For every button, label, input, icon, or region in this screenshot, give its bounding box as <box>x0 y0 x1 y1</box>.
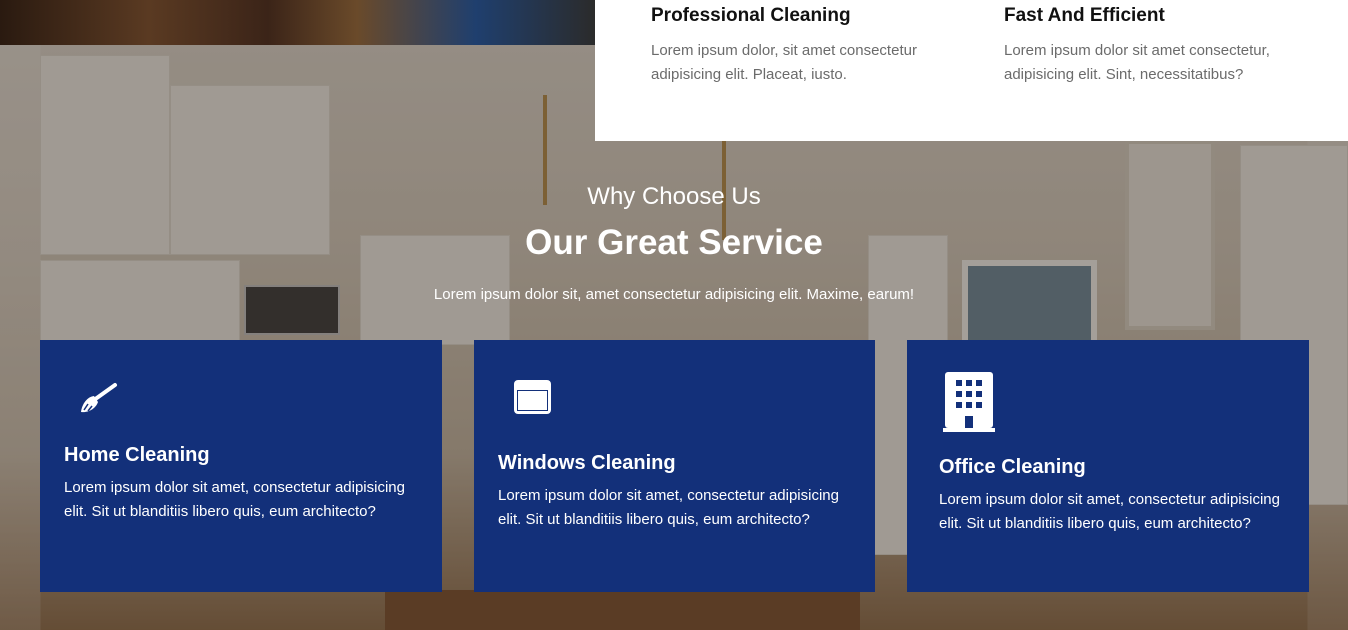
feature-text: Lorem ipsum dolor, sit amet consectetur … <box>651 42 917 83</box>
features-card: Professional Cleaning Lorem ipsum dolor,… <box>595 0 1348 141</box>
service-card-home-cleaning[interactable]: Home Cleaning Lorem ipsum dolor sit amet… <box>40 340 442 592</box>
feature-title: Professional Cleaning <box>651 5 851 26</box>
feature-text: Lorem ipsum dolor sit amet consectetur, … <box>1004 42 1270 83</box>
service-card-windows-cleaning[interactable]: Windows Cleaning Lorem ipsum dolor sit a… <box>474 340 875 592</box>
section-heading: Why Choose Us Our Great Service Lorem ip… <box>0 180 1348 306</box>
broom-icon <box>78 382 118 421</box>
service-card-office-cleaning[interactable]: Office Cleaning Lorem ipsum dolor sit am… <box>907 340 1309 592</box>
service-title: Office Cleaning <box>939 456 1086 478</box>
feature-fast-and-efficient: Fast And Efficient Lorem ipsum dolor sit… <box>1004 4 1324 87</box>
section-kicker: Why Choose Us <box>587 183 761 210</box>
building-icon <box>943 372 995 437</box>
feature-professional-cleaning: Professional Cleaning Lorem ipsum dolor,… <box>651 4 951 87</box>
service-text: Lorem ipsum dolor sit amet, consectetur … <box>64 479 405 520</box>
service-text: Lorem ipsum dolor sit amet, consectetur … <box>498 487 839 528</box>
section-title: Our Great Service <box>525 223 823 262</box>
service-title: Windows Cleaning <box>498 452 676 474</box>
window-icon <box>514 380 551 419</box>
service-title: Home Cleaning <box>64 444 210 466</box>
top-photo <box>0 0 595 45</box>
service-text: Lorem ipsum dolor sit amet, consectetur … <box>939 491 1280 532</box>
section-subtitle: Lorem ipsum dolor sit, amet consectetur … <box>433 286 915 303</box>
feature-title: Fast And Efficient <box>1004 5 1165 26</box>
